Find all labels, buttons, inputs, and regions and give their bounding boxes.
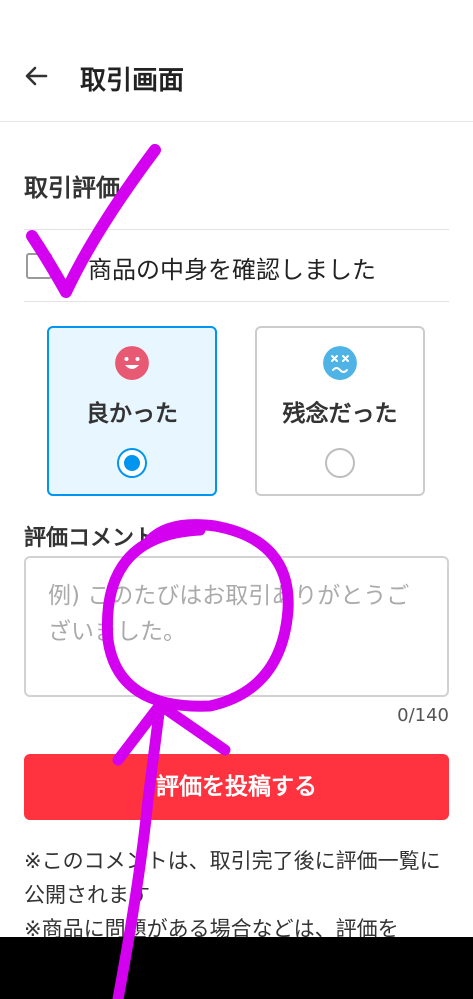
- confirm-label: 商品の中身を確認しました: [88, 256, 376, 284]
- character-counter: 0/140: [397, 705, 449, 726]
- rating-bad-radio[interactable]: [325, 448, 355, 478]
- app-header: 取引画面: [0, 0, 473, 122]
- submit-review-button[interactable]: 評価を投稿する: [24, 754, 449, 820]
- confirm-checkbox[interactable]: [26, 253, 52, 279]
- comment-title: 評価コメント: [24, 526, 157, 551]
- comment-placeholder: 例) このたびはお取引ありがとうございました。: [48, 583, 410, 645]
- rating-good-radio[interactable]: [117, 448, 147, 478]
- sad-face-icon: [323, 346, 357, 380]
- rating-good-label: 良かった: [86, 401, 178, 427]
- rating-bad-option[interactable]: 残念だった: [255, 326, 425, 496]
- bottom-black-bar: [0, 937, 473, 999]
- rating-good-option[interactable]: 良かった: [47, 326, 217, 496]
- smile-face-icon: [115, 346, 149, 380]
- rating-bad-label: 残念だった: [282, 401, 398, 427]
- comment-textarea[interactable]: 例) このたびはお取引ありがとうございました。: [24, 556, 449, 697]
- page-title: 取引画面: [80, 66, 185, 96]
- back-arrow-icon[interactable]: [22, 62, 50, 90]
- divider: [24, 301, 449, 302]
- confirm-row[interactable]: 商品の中身を確認しました: [24, 230, 449, 302]
- section-title: 取引評価: [24, 174, 120, 202]
- notice-text: ※このコメントは、取引完了後に評価一覧に公開されます: [24, 849, 441, 907]
